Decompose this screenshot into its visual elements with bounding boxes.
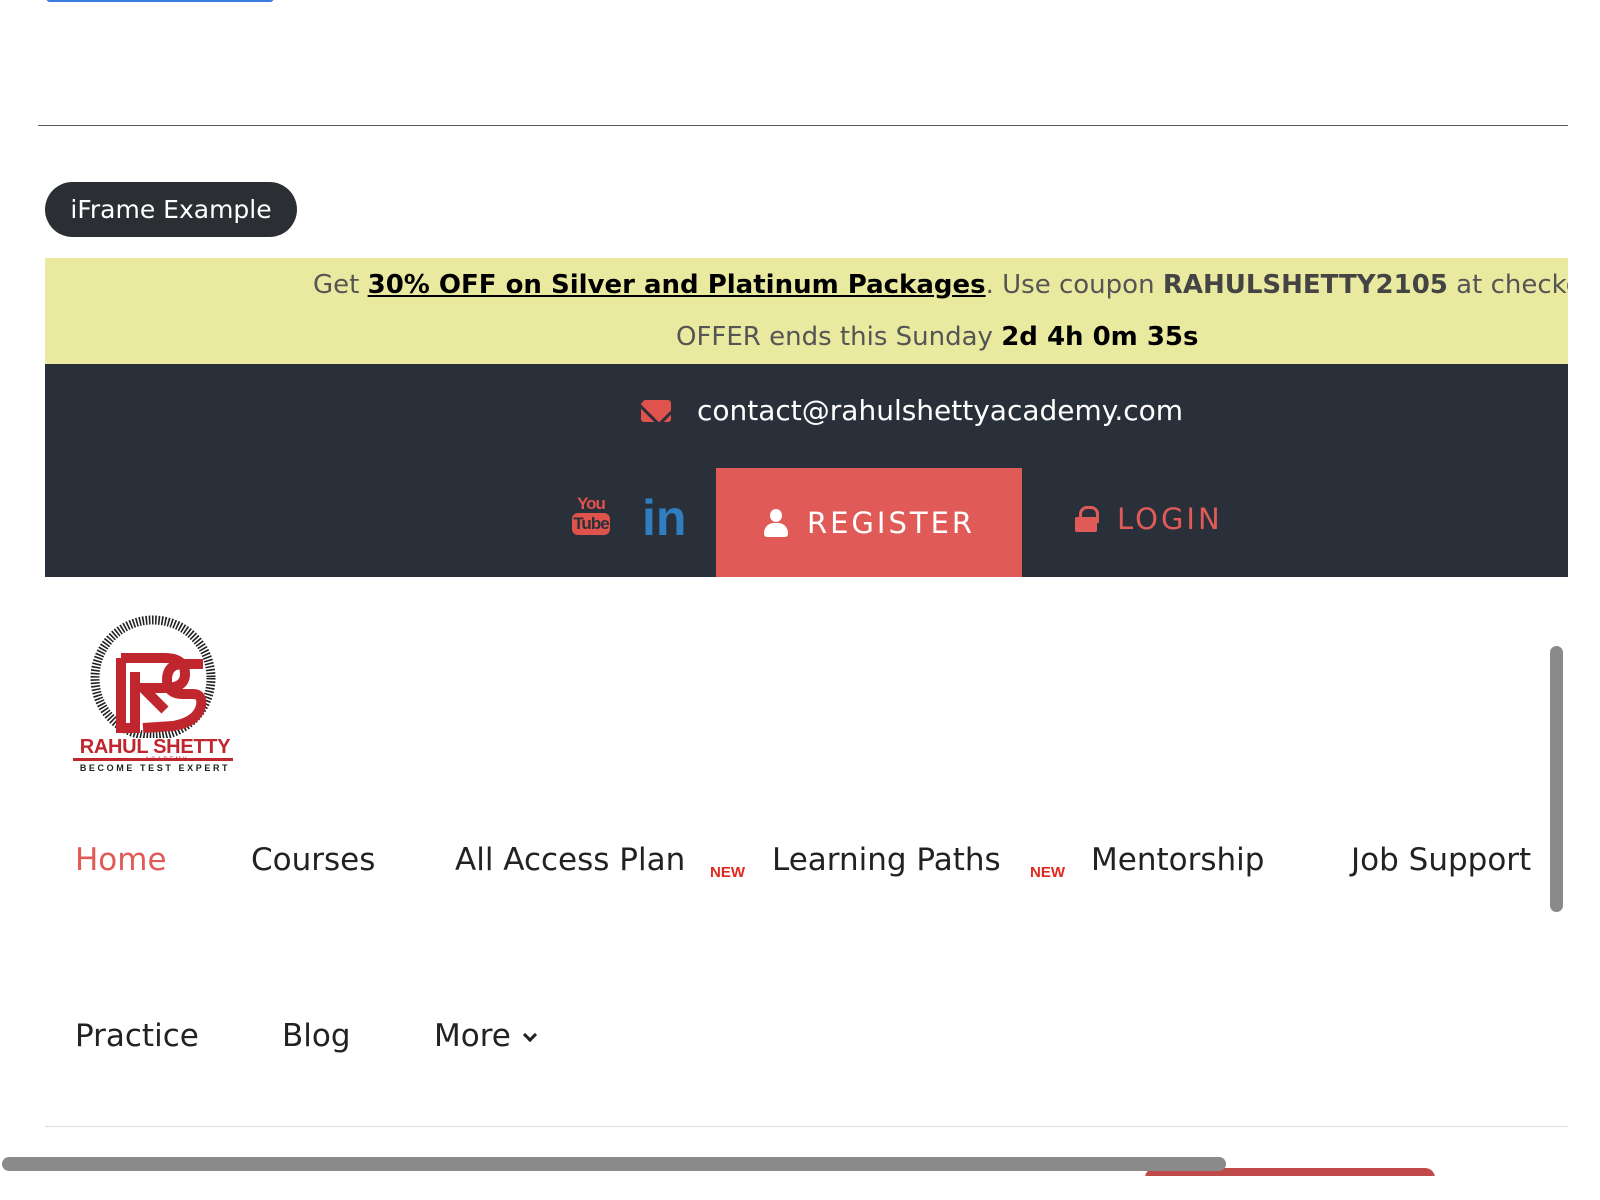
- promo-line-timer: OFFER ends this Sunday 2d 4h 0m 35s: [676, 322, 1199, 352]
- nav-home[interactable]: Home: [75, 842, 167, 878]
- youtube-icon[interactable]: You Tube: [572, 494, 610, 540]
- offer-ends-text: OFFER ends this Sunday: [676, 322, 1002, 352]
- logo-name: RAHUL SHETTY: [79, 736, 231, 758]
- section-divider: [38, 125, 1568, 126]
- login-label: LOGIN: [1117, 502, 1223, 536]
- iframe-example-legend: iFrame Example: [45, 182, 297, 237]
- new-badge: NEW: [710, 864, 745, 881]
- top-blue-button-edge[interactable]: [46, 0, 274, 2]
- logo-tagline: BECOME TEST EXPERT: [79, 763, 231, 773]
- nav-all-access-plan[interactable]: All Access Plan: [455, 842, 685, 878]
- promo-offer-link[interactable]: 30% OFF on Silver and Platinum Packages: [368, 270, 986, 300]
- new-badge: NEW: [1030, 864, 1065, 881]
- youtube-tube-text: Tube: [572, 513, 610, 535]
- nav-job-support[interactable]: Job Support: [1351, 842, 1531, 878]
- envelope-icon: [641, 399, 671, 422]
- nav-learning-paths[interactable]: Learning Paths: [772, 842, 1001, 878]
- chevron-down-icon: [522, 1027, 537, 1043]
- legend-label: iFrame Example: [70, 195, 272, 224]
- email-contact[interactable]: contact@rahulshettyacademy.com: [641, 394, 1183, 427]
- lock-icon: [1075, 506, 1099, 532]
- nav-practice[interactable]: Practice: [75, 1018, 199, 1054]
- linkedin-icon[interactable]: in: [642, 490, 686, 546]
- header-bottom-border: [45, 1126, 1568, 1127]
- vertical-scrollbar[interactable]: [1550, 646, 1563, 912]
- rahul-shetty-logo[interactable]: RAHUL SHETTY ACADEMY BECOME TEST EXPERT: [73, 614, 237, 776]
- promo-banner: Get 30% OFF on Silver and Platinum Packa…: [45, 258, 1568, 364]
- nav-mentorship[interactable]: Mentorship: [1091, 842, 1264, 878]
- countdown-timer: 2d 4h 0m 35s: [1001, 322, 1199, 352]
- nav-courses[interactable]: Courses: [251, 842, 375, 878]
- promo-suffix: at checkout.: [1456, 270, 1568, 300]
- nav-more-label: More: [434, 1018, 511, 1054]
- user-icon: [763, 508, 789, 537]
- promo-prefix: Get: [313, 270, 368, 300]
- horizontal-scrollbar[interactable]: [2, 1157, 1226, 1171]
- nav-more-dropdown[interactable]: More: [434, 1018, 537, 1054]
- logo-emblem: [90, 615, 216, 741]
- nav-blog[interactable]: Blog: [282, 1018, 351, 1054]
- register-label: REGISTER: [806, 505, 976, 540]
- promo-line-offer: Get 30% OFF on Silver and Platinum Packa…: [313, 270, 1568, 300]
- coupon-code: RAHULSHETTY2105: [1162, 270, 1448, 300]
- register-button[interactable]: REGISTER: [716, 468, 1022, 577]
- login-button[interactable]: LOGIN: [1075, 502, 1223, 536]
- promo-mid: . Use coupon: [985, 270, 1163, 300]
- courses-iframe[interactable]: Get 30% OFF on Silver and Platinum Packa…: [45, 258, 1568, 1176]
- email-address[interactable]: contact@rahulshettyacademy.com: [697, 394, 1183, 427]
- youtube-you-text: You: [577, 494, 606, 513]
- contact-topbar: contact@rahulshettyacademy.com You Tube …: [45, 364, 1568, 577]
